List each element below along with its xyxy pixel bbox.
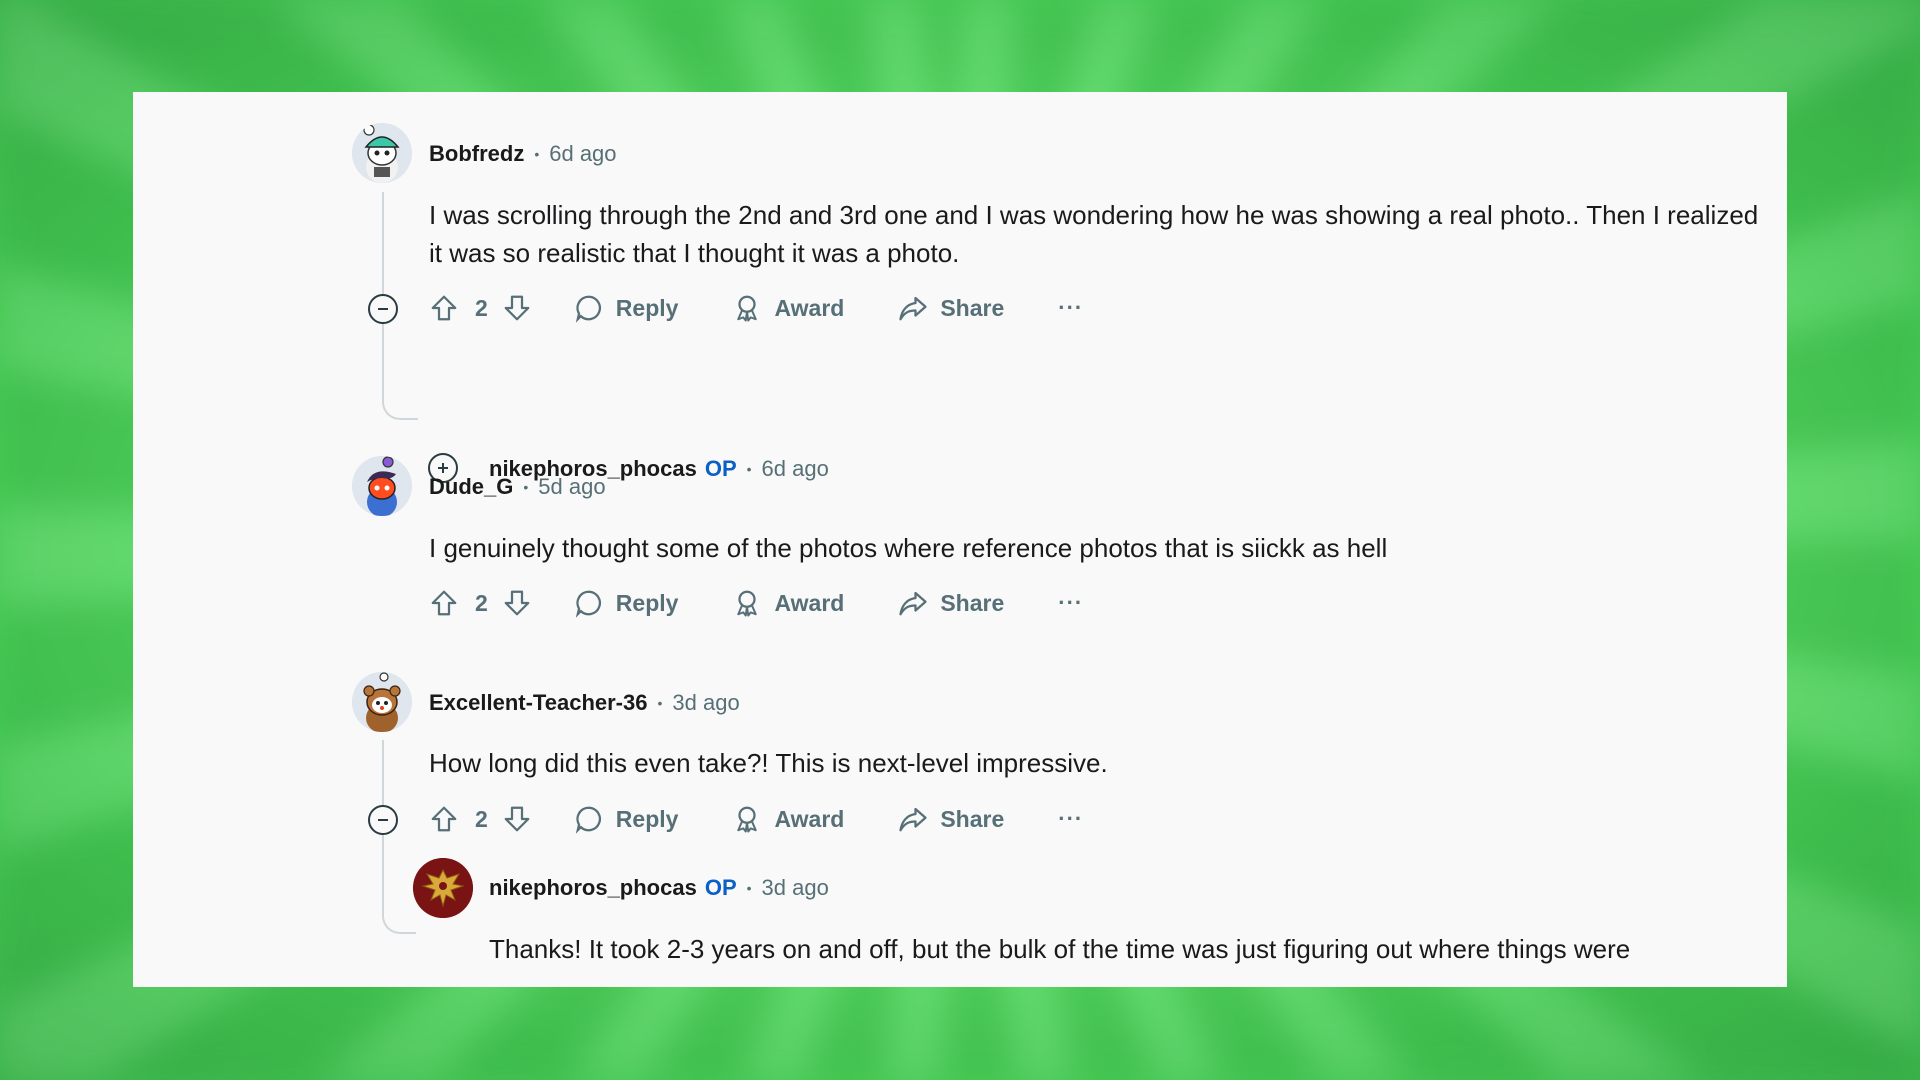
more-options-button[interactable]: ··· bbox=[1058, 590, 1083, 616]
comment-header: Bobfredz • 6d ago bbox=[429, 139, 617, 169]
comment-header: nikephoros_phocas OP • 3d ago bbox=[489, 873, 829, 903]
avatar[interactable] bbox=[352, 672, 412, 732]
username[interactable]: nikephoros_phocas bbox=[489, 875, 697, 901]
comment-thread-panel: Bobfredz • 6d ago I was scrolling throug… bbox=[133, 92, 1787, 987]
vote-count: 2 bbox=[475, 294, 488, 321]
comment-header: Dude_G • 5d ago bbox=[429, 472, 606, 502]
downvote-button[interactable] bbox=[502, 588, 532, 618]
share-button[interactable]: Share bbox=[898, 804, 1004, 834]
vote-count: 2 bbox=[475, 805, 488, 832]
share-label: Share bbox=[940, 805, 1005, 832]
share-arrow-icon bbox=[899, 807, 927, 832]
minus-icon bbox=[378, 308, 388, 310]
comment-text: I genuinely thought some of the photos w… bbox=[429, 533, 1388, 563]
share-label: Share bbox=[940, 589, 1005, 616]
downvote-button[interactable] bbox=[502, 804, 532, 834]
award-button[interactable]: Award bbox=[732, 293, 844, 323]
thread-branch-line bbox=[382, 902, 416, 934]
separator-dot: • bbox=[746, 880, 752, 896]
downvote-button[interactable] bbox=[502, 293, 532, 323]
collapse-thread-button[interactable] bbox=[368, 805, 398, 835]
separator-dot: • bbox=[746, 461, 752, 477]
upvote-arrow-icon bbox=[431, 295, 457, 321]
award-ribbon-icon bbox=[737, 806, 758, 833]
comment-text: I was scrolling through the 2nd and 3rd … bbox=[429, 200, 1759, 268]
award-button[interactable]: Award bbox=[732, 804, 844, 834]
downvote-arrow-icon bbox=[504, 590, 530, 616]
share-label: Share bbox=[940, 294, 1005, 321]
separator-dot: • bbox=[534, 146, 540, 162]
reply-label: Reply bbox=[615, 294, 679, 321]
speech-bubble-icon bbox=[575, 590, 601, 618]
award-label: Award bbox=[774, 805, 845, 832]
avatar[interactable] bbox=[413, 858, 473, 918]
op-badge: OP bbox=[704, 456, 737, 481]
timestamp[interactable]: 3d ago bbox=[762, 875, 829, 901]
speech-bubble-icon bbox=[575, 806, 601, 834]
upvote-button[interactable] bbox=[429, 293, 459, 323]
award-label: Award bbox=[774, 294, 845, 321]
avatar[interactable] bbox=[352, 123, 412, 183]
op-badge: OP bbox=[704, 875, 737, 900]
minus-icon bbox=[378, 819, 388, 821]
collapse-thread-button[interactable] bbox=[368, 294, 398, 324]
timestamp[interactable]: 6d ago bbox=[762, 456, 829, 482]
upvote-button[interactable] bbox=[429, 804, 459, 834]
comment-text: Thanks! It took 2-3 years on and off, bu… bbox=[489, 934, 1631, 964]
award-ribbon-icon bbox=[737, 295, 758, 322]
timestamp[interactable]: 3d ago bbox=[672, 690, 739, 716]
reply-label: Reply bbox=[615, 805, 679, 832]
share-arrow-icon bbox=[899, 591, 927, 616]
share-button[interactable]: Share bbox=[898, 588, 1004, 618]
snoo-avatar-teal-hat-icon bbox=[352, 123, 412, 183]
comment-actions: 2 Reply Award Share ··· bbox=[429, 799, 1083, 839]
comment-actions: 2 Reply Award Share ··· bbox=[429, 288, 1083, 328]
share-arrow-icon bbox=[899, 296, 927, 321]
golden-eagle-emblem-icon bbox=[413, 858, 473, 918]
comment-actions: 2 Reply Award Share ··· bbox=[429, 583, 1083, 623]
reply-label: Reply bbox=[615, 589, 679, 616]
vote-count: 2 bbox=[475, 589, 488, 616]
reply-button[interactable]: Reply bbox=[574, 293, 679, 323]
timestamp[interactable]: 5d ago bbox=[538, 474, 605, 500]
thread-line bbox=[382, 192, 384, 388]
reply-button[interactable]: Reply bbox=[574, 804, 679, 834]
speech-bubble-icon bbox=[575, 295, 601, 323]
more-options-button[interactable]: ··· bbox=[1058, 295, 1083, 321]
award-button[interactable]: Award bbox=[732, 588, 844, 618]
timestamp[interactable]: 6d ago bbox=[549, 141, 616, 167]
username[interactable]: Dude_G bbox=[429, 474, 513, 500]
upvote-arrow-icon bbox=[431, 590, 457, 616]
share-button[interactable]: Share bbox=[898, 293, 1004, 323]
award-label: Award bbox=[774, 589, 845, 616]
snoo-avatar-bear-costume-icon bbox=[352, 672, 412, 732]
comment-header: Excellent-Teacher-36 • 3d ago bbox=[429, 688, 740, 718]
upvote-button[interactable] bbox=[429, 588, 459, 618]
separator-dot: • bbox=[657, 695, 663, 711]
upvote-arrow-icon bbox=[431, 806, 457, 832]
snoo-avatar-purple-hair-icon bbox=[352, 456, 412, 516]
award-ribbon-icon bbox=[737, 590, 758, 617]
downvote-arrow-icon bbox=[504, 806, 530, 832]
reply-button[interactable]: Reply bbox=[574, 588, 679, 618]
more-options-button[interactable]: ··· bbox=[1058, 806, 1083, 832]
username[interactable]: Bobfredz bbox=[429, 141, 524, 167]
username[interactable]: Excellent-Teacher-36 bbox=[429, 690, 647, 716]
thread-branch-line bbox=[382, 388, 418, 420]
downvote-arrow-icon bbox=[504, 295, 530, 321]
comment-text: How long did this even take?! This is ne… bbox=[429, 748, 1108, 778]
avatar[interactable] bbox=[352, 456, 412, 516]
separator-dot: • bbox=[523, 479, 529, 495]
